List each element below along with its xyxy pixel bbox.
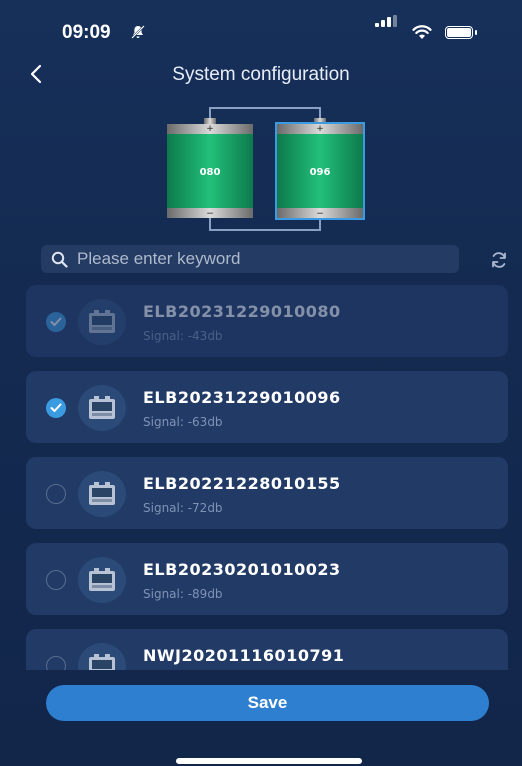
device-serial: ELB20221228010155	[143, 474, 341, 493]
device-item[interactable]: NWJ20201116010791	[26, 629, 508, 670]
save-button[interactable]: Save	[46, 685, 489, 721]
battery-096: + − 096	[275, 118, 365, 220]
checkbox-unchecked[interactable]	[46, 484, 66, 504]
device-item[interactable]: ELB20221228010155 Signal: -72db	[26, 457, 508, 529]
device-serial: ELB20231229010096	[143, 388, 341, 407]
device-battery-icon	[78, 385, 126, 431]
wifi-icon	[412, 25, 432, 39]
battery-configuration-diagram: + − 080 + − 096	[167, 107, 365, 231]
device-signal: Signal: -63db	[143, 415, 223, 429]
check-icon	[50, 317, 62, 326]
device-battery-icon	[78, 557, 126, 603]
battery-label-096: 096	[310, 167, 331, 178]
device-serial: ELB20230201010023	[143, 560, 341, 579]
device-signal: Signal: -89db	[143, 587, 223, 601]
device-battery-icon	[78, 471, 126, 517]
home-indicator[interactable]	[176, 758, 362, 764]
battery-icon	[445, 26, 477, 39]
svg-text:−: −	[316, 209, 324, 219]
device-signal: Signal: -43db	[143, 329, 223, 343]
search-icon	[51, 251, 68, 268]
device-signal: Signal: -72db	[143, 501, 223, 515]
device-item[interactable]: ELB20231229010080 Signal: -43db	[26, 285, 508, 357]
battery-080: + − 080	[167, 118, 253, 219]
device-battery-icon	[78, 299, 126, 345]
device-battery-icon	[78, 643, 126, 670]
device-serial: ELB20231229010080	[143, 302, 341, 321]
checkbox-checked[interactable]	[46, 398, 66, 418]
svg-text:+: +	[206, 124, 214, 134]
check-icon	[50, 403, 62, 412]
checkbox-checked[interactable]	[46, 312, 66, 332]
svg-text:−: −	[206, 209, 214, 219]
refresh-icon[interactable]	[489, 250, 509, 270]
device-item[interactable]: ELB20230201010023 Signal: -89db	[26, 543, 508, 615]
bell-off-icon	[131, 25, 145, 39]
device-serial: NWJ20201116010791	[143, 646, 345, 665]
battery-label-080: 080	[200, 167, 221, 178]
svg-text:+: +	[316, 124, 324, 134]
device-item[interactable]: ELB20231229010096 Signal: -63db	[26, 371, 508, 443]
search-bar[interactable]	[41, 245, 459, 273]
checkbox-unchecked[interactable]	[46, 656, 66, 670]
page-title: System configuration	[172, 64, 350, 85]
status-bar: 09:09	[0, 0, 522, 60]
search-input[interactable]	[77, 245, 447, 273]
status-time: 09:09	[62, 22, 111, 43]
device-list[interactable]: ELB20231229010080 Signal: -43db ELB20231…	[0, 285, 522, 670]
checkbox-unchecked[interactable]	[46, 570, 66, 590]
